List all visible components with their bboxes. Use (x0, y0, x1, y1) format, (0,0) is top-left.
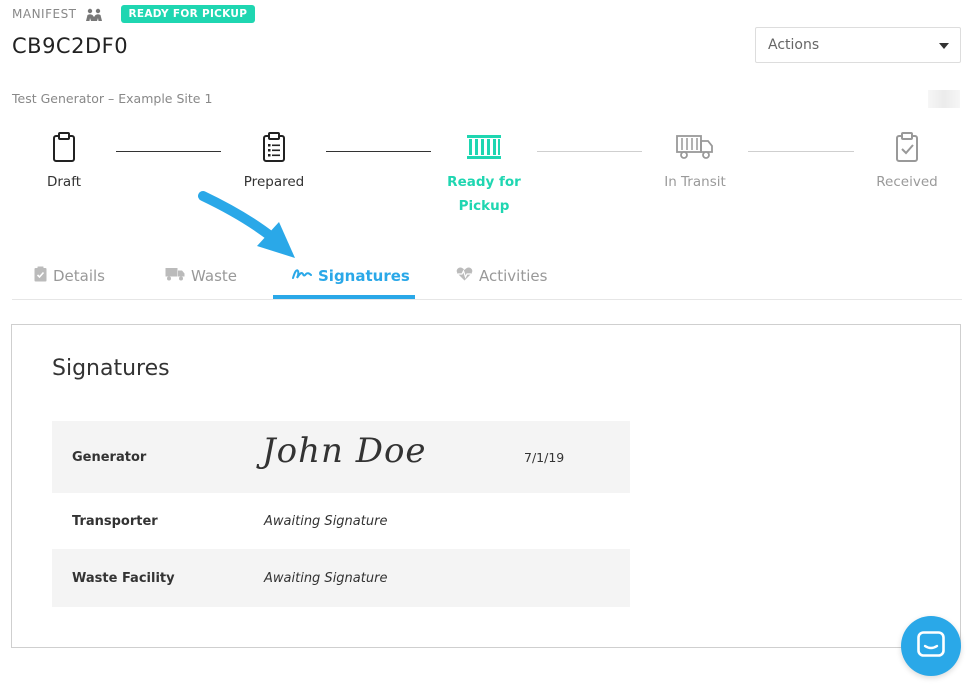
manifest-id: CB9C2DF0 (12, 34, 129, 58)
truck-icon (635, 130, 755, 164)
tab-label: Signatures (318, 266, 410, 285)
step-label: In Transit (664, 174, 726, 190)
blurred-avatar (928, 90, 960, 108)
signature-role: Waste Facility (72, 570, 175, 586)
signature-icon (292, 267, 312, 285)
site-name: Test Generator – Example Site 1 (12, 91, 213, 106)
manifest-label-row: MANIFEST READY FOR PICKUP (12, 5, 256, 23)
truck-icon (165, 267, 185, 285)
heartbeat-icon (456, 267, 473, 285)
clipboard-check-icon (34, 266, 47, 286)
people-icon (85, 7, 103, 21)
signature-date: 7/1/19 (524, 449, 565, 465)
manifest-tabs: Details Waste Signatures Activities (12, 252, 962, 300)
signature-row-generator: Generator John Doe 7/1/19 (52, 421, 630, 493)
signature-role: Generator (72, 449, 147, 465)
container-icon (424, 130, 544, 164)
chat-icon (917, 631, 945, 661)
tab-label: Details (53, 266, 106, 285)
step-in-transit: In Transit (635, 130, 755, 194)
generator-signature: John Doe (262, 431, 427, 471)
step-ready-for-pickup: Ready for Pickup (424, 130, 544, 218)
step-prepared: Prepared (214, 130, 334, 194)
status-stepper: Draft Prepared Ready for Pickup In Trans… (0, 130, 978, 220)
step-label: Ready for Pickup (447, 174, 521, 214)
tab-label: Activities (479, 266, 548, 285)
step-connector (748, 151, 854, 152)
step-connector (537, 151, 642, 152)
caret-down-icon (939, 43, 949, 49)
active-tab-indicator (273, 295, 415, 299)
tab-waste[interactable]: Waste (165, 252, 237, 299)
step-received: Received (847, 130, 967, 194)
tab-label: Waste (191, 266, 237, 285)
step-label: Draft (46, 174, 82, 190)
signature-role: Transporter (72, 513, 158, 529)
signatures-table: Generator John Doe 7/1/19 Transporter Aw… (52, 421, 630, 607)
step-draft: Draft (4, 130, 124, 194)
chat-launcher-button[interactable] (901, 616, 961, 676)
clipboard-icon (4, 130, 124, 164)
tab-details[interactable]: Details (34, 252, 105, 299)
tab-activities[interactable]: Activities (456, 252, 547, 299)
signature-status: Awaiting Signature (264, 570, 388, 586)
step-connector (116, 151, 221, 152)
actions-dropdown[interactable]: Actions (755, 27, 961, 63)
status-badge: READY FOR PICKUP (120, 5, 256, 23)
step-connector (326, 151, 431, 152)
signature-row-waste-facility: Waste Facility Awaiting Signature (52, 549, 630, 607)
actions-label: Actions (768, 37, 820, 53)
signatures-panel: Signatures Generator John Doe 7/1/19 Tra… (11, 324, 961, 648)
manifest-label: MANIFEST (12, 7, 77, 21)
clipboard-check-icon (847, 130, 967, 164)
checklist-icon (214, 130, 334, 164)
signature-status: Awaiting Signature (264, 513, 388, 529)
signature-row-transporter: Transporter Awaiting Signature (52, 493, 630, 549)
step-label: Received (876, 174, 938, 190)
tab-signatures[interactable]: Signatures (292, 252, 410, 299)
panel-title: Signatures (52, 356, 170, 381)
manifest-header: MANIFEST READY FOR PICKUP CB9C2DF0 (12, 5, 256, 58)
